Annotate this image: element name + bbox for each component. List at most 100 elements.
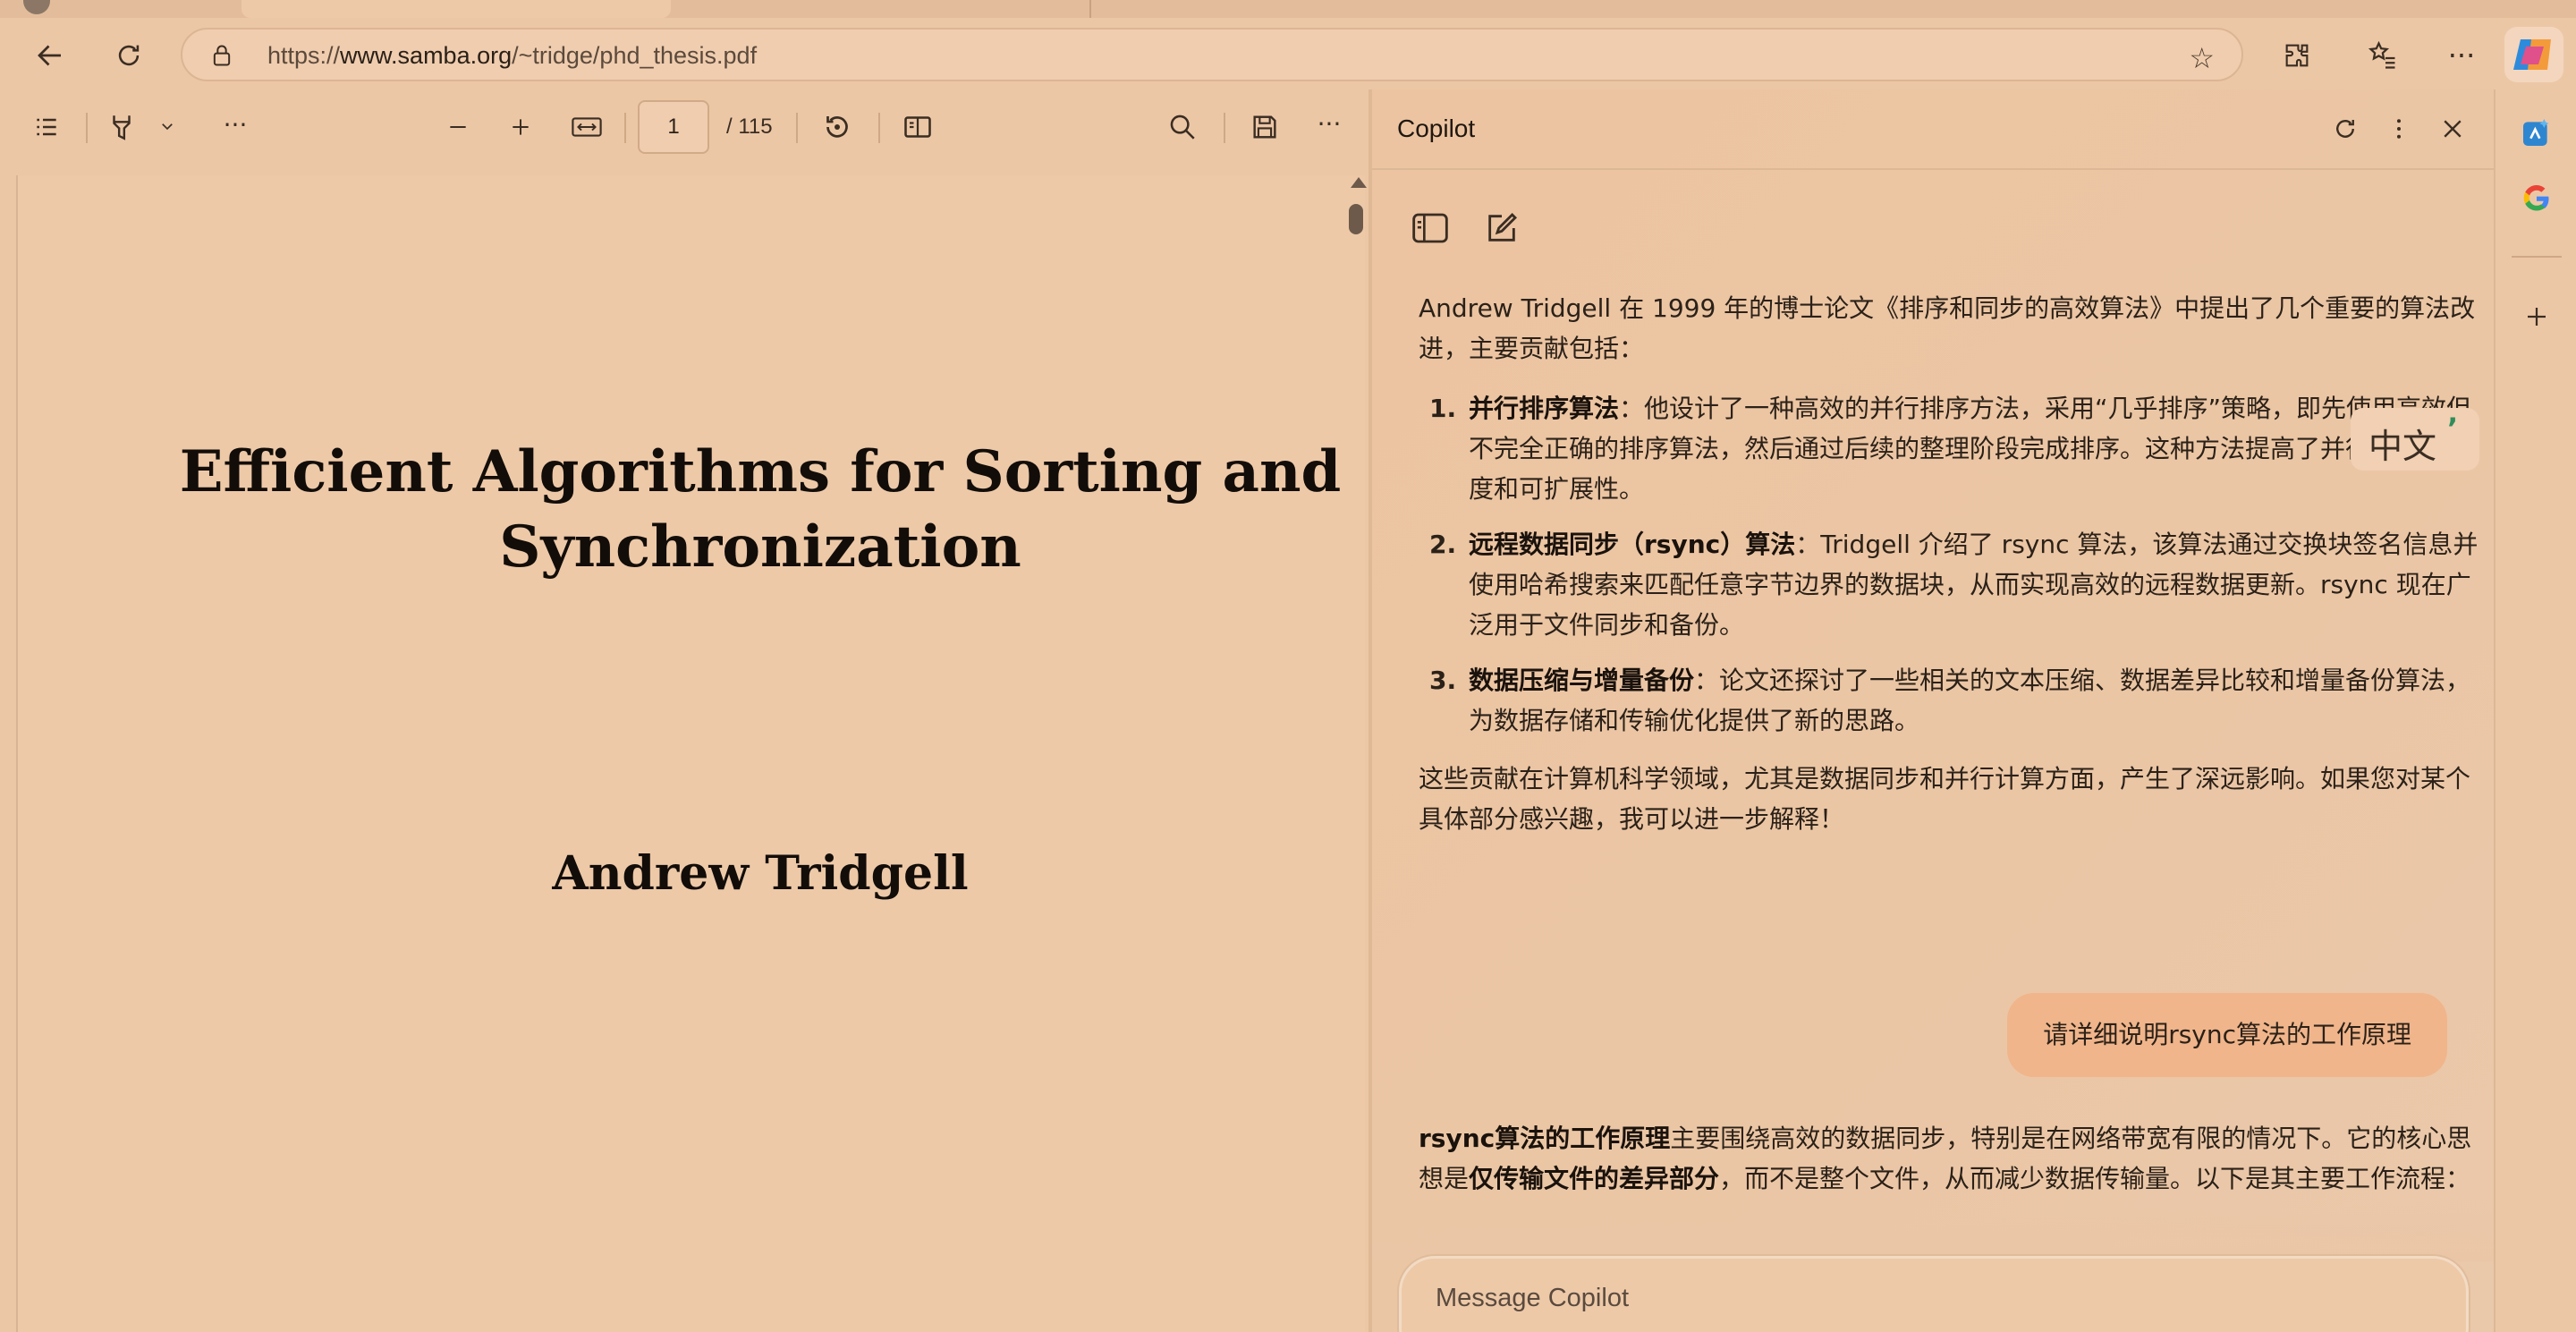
extensions-button[interactable] bbox=[2272, 30, 2322, 81]
highlight-dropdown-button[interactable] bbox=[157, 116, 177, 136]
page-view-icon bbox=[904, 116, 931, 138]
toolbar-divider bbox=[878, 113, 880, 143]
fit-width-icon bbox=[572, 117, 602, 137]
rotate-icon bbox=[826, 116, 848, 138]
compose-icon bbox=[1488, 212, 1518, 242]
pdf-more-button[interactable]: ··· bbox=[1309, 104, 1349, 143]
contents-button[interactable] bbox=[29, 109, 64, 145]
pdf-toolbar: ··· 1 / 115 ··· bbox=[0, 89, 1368, 165]
message-input[interactable]: Message Copilot bbox=[1399, 1256, 2469, 1332]
back-arrow-icon bbox=[38, 45, 61, 66]
save-icon bbox=[1253, 115, 1276, 139]
zoom-in-button[interactable] bbox=[503, 109, 538, 145]
list-item-heading: 数据压缩与增量备份 bbox=[1469, 666, 1695, 695]
pdf-title: Efficient Algorithms for Sorting and Syn… bbox=[0, 435, 1521, 585]
url-prefix: https:// bbox=[267, 42, 341, 69]
browser-toolbar: https://www.samba.org/~tridge/phd_thesis… bbox=[0, 18, 2576, 89]
url-path: /~tridge/phd_thesis.pdf bbox=[512, 42, 758, 69]
translate-mark: ’ bbox=[2447, 411, 2459, 445]
assistant-closing: 这些贡献在计算机科学领域，尤其是数据同步和并行计算方面，产生了深远影响。如果您对… bbox=[1419, 764, 2471, 834]
toolbar-divider bbox=[86, 113, 88, 143]
list-item-heading: 并行排序算法 bbox=[1469, 394, 1620, 423]
copilot-refresh-button[interactable] bbox=[2327, 111, 2363, 147]
list-item-number: 2. bbox=[1429, 530, 1457, 559]
assistant-intro: Andrew Tridgell 在 1999 年的博士论文《排序和同步的高效算法… bbox=[1419, 293, 2476, 363]
close-icon bbox=[2444, 120, 2462, 138]
zoom-out-button[interactable] bbox=[440, 109, 476, 145]
new-chat-button[interactable] bbox=[1479, 206, 1524, 250]
sidebar-toggle-button[interactable] bbox=[1408, 206, 1453, 250]
address-bar[interactable]: https://www.samba.org/~tridge/phd_thesis… bbox=[181, 28, 2243, 81]
google-icon bbox=[2523, 184, 2549, 211]
refresh-button[interactable] bbox=[104, 30, 154, 81]
more-menu-button[interactable]: ··· bbox=[2436, 30, 2487, 81]
scroll-thumb[interactable] bbox=[1349, 204, 1363, 234]
highlighter-icon bbox=[113, 115, 131, 140]
sidebar-rail bbox=[2494, 89, 2576, 1332]
tab-active[interactable] bbox=[242, 0, 671, 18]
list-item: 2. 远程数据同步（rsync）算法：Tridgell 介绍了 rsync 算法… bbox=[1419, 524, 2492, 645]
tab-strip bbox=[0, 0, 2576, 18]
favorites-button[interactable] bbox=[2358, 30, 2408, 81]
list-item: 1. 并行排序算法：他设计了一种高效的并行排序方法，采用“几乎排序”策略，即先使… bbox=[1419, 388, 2492, 509]
lock-icon[interactable] bbox=[209, 42, 234, 69]
list-item-number: 1. bbox=[1429, 394, 1457, 423]
list-item: 3. 数据压缩与增量备份：论文还探讨了一些相关的文本压缩、数据差异比较和增量备份… bbox=[1419, 660, 2492, 741]
rail-divider bbox=[2512, 256, 2562, 258]
favorites-list-icon bbox=[2368, 40, 2395, 69]
sidebar-item-google[interactable] bbox=[2513, 175, 2560, 222]
url-domain: www.samba.org bbox=[340, 42, 513, 69]
fit-to-width-button[interactable] bbox=[567, 109, 606, 145]
list-item-text: ：他设计了一种高效的并行排序方法，采用“几乎排序”策略，即先使用高效但不完全正确… bbox=[1469, 394, 2472, 504]
add-sidebar-app-button[interactable] bbox=[2513, 293, 2560, 340]
copilot-header: Copilot bbox=[1372, 89, 2494, 170]
table-of-contents-icon bbox=[37, 118, 56, 136]
pdf-scrollbar[interactable] bbox=[1345, 165, 1367, 1332]
scroll-up-arrow-icon[interactable] bbox=[1351, 177, 1367, 188]
reply-fade bbox=[1372, 1199, 2494, 1261]
list-item-number: 3. bbox=[1429, 666, 1457, 695]
sidebar-icon bbox=[1412, 213, 1448, 243]
toolbar-divider bbox=[796, 113, 798, 143]
plus-icon bbox=[513, 119, 529, 135]
search-icon bbox=[1170, 115, 1195, 140]
favorite-star-icon[interactable]: ☆ bbox=[2189, 41, 2215, 75]
chevron-down-icon bbox=[162, 123, 173, 131]
minus-icon bbox=[450, 126, 466, 128]
translate-button[interactable]: 中文 ’ bbox=[2351, 408, 2479, 471]
copilot-launch-button[interactable] bbox=[2504, 27, 2563, 82]
copilot-logo-icon bbox=[2513, 39, 2551, 70]
back-button[interactable] bbox=[25, 30, 75, 81]
highlight-button[interactable] bbox=[104, 107, 140, 147]
page-view-button[interactable] bbox=[898, 107, 937, 147]
message-input-placeholder: Message Copilot bbox=[1436, 1284, 1629, 1312]
toolbar-divider bbox=[624, 113, 626, 143]
copilot-close-button[interactable] bbox=[2435, 111, 2470, 147]
page-total: / 115 bbox=[726, 115, 773, 139]
list-item-heading: 远程数据同步（rsync）算法 bbox=[1469, 530, 1796, 559]
page-number-input[interactable]: 1 bbox=[638, 100, 709, 154]
puzzle-icon bbox=[2285, 44, 2309, 67]
profile-avatar[interactable] bbox=[23, 0, 50, 14]
refresh-icon bbox=[2336, 120, 2354, 138]
copilot-options-button[interactable] bbox=[2381, 111, 2417, 147]
save-button[interactable] bbox=[1245, 107, 1284, 147]
search-button[interactable] bbox=[1163, 107, 1202, 147]
sidebar-item-app[interactable] bbox=[2513, 109, 2560, 156]
reply-text-2: ，而不是整个文件，从而减少数据传输量。以下是其主要工作流程： bbox=[1719, 1164, 2471, 1193]
pdf-author: Andrew Tridgell bbox=[552, 846, 969, 901]
plus-icon bbox=[2528, 308, 2546, 326]
refresh-icon bbox=[118, 45, 140, 66]
more-tools-button[interactable]: ··· bbox=[216, 106, 254, 143]
reply-heading: rsync算法的工作原理 bbox=[1419, 1124, 1671, 1153]
copilot-panel: Copilot Andrew Tridgell 在 1999 年的博士论文《排序… bbox=[1372, 89, 2494, 1332]
pdf-title-line2: Synchronization bbox=[499, 513, 1021, 581]
vertical-dots-icon bbox=[2397, 119, 2401, 139]
pdf-viewer[interactable]: Efficient Algorithms for Sorting and Syn… bbox=[0, 165, 1368, 1332]
translate-label: 中文 bbox=[2368, 427, 2437, 466]
tab-inactive[interactable] bbox=[680, 0, 1091, 18]
url-text[interactable]: https://www.samba.org/~tridge/phd_thesis… bbox=[267, 42, 757, 70]
user-message-bubble: 请详细说明rsync算法的工作原理 bbox=[2007, 993, 2447, 1077]
contribution-list: 1. 并行排序算法：他设计了一种高效的并行排序方法，采用“几乎排序”策略，即先使… bbox=[1419, 388, 2492, 741]
rotate-button[interactable] bbox=[818, 107, 857, 147]
